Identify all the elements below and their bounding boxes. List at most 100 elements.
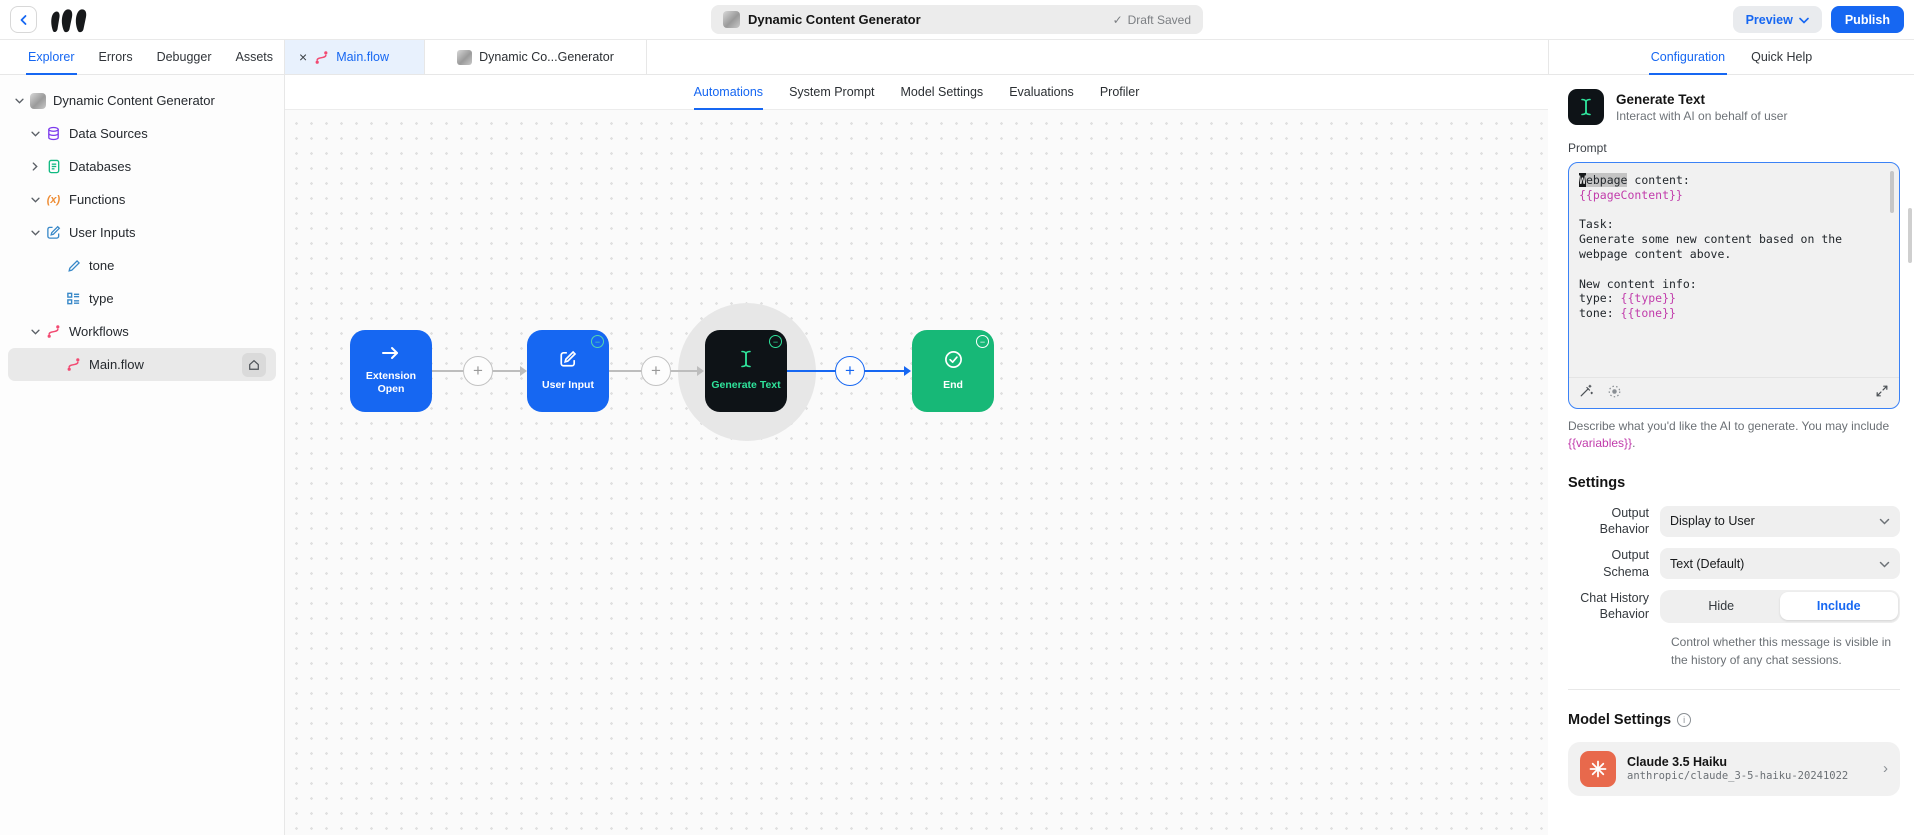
hide-option[interactable]: Hide xyxy=(1663,592,1781,620)
magic-wand-icon[interactable] xyxy=(1579,384,1593,402)
chat-history-help: Control whether this message is visible … xyxy=(1671,634,1892,667)
chevron-down-icon[interactable] xyxy=(28,230,42,236)
preview-button[interactable]: Preview xyxy=(1732,6,1822,33)
tree-item-root[interactable]: Dynamic Content Generator xyxy=(0,84,284,117)
database-icon xyxy=(45,125,62,142)
minus-badge-icon[interactable]: − xyxy=(976,335,989,348)
canvas-tab-bar: Automations System Prompt Model Settings… xyxy=(285,75,1548,110)
variable-token: {{pageContent}} xyxy=(1579,187,1683,202)
model-id: anthropic/claude_3-5-haiku-20241022 xyxy=(1627,770,1849,783)
info-icon[interactable]: i xyxy=(1677,712,1692,727)
tab-quick-help[interactable]: Quick Help xyxy=(1751,40,1812,74)
check-icon: ✓ xyxy=(1112,12,1123,27)
tree-item-databases[interactable]: Databases xyxy=(0,150,284,183)
close-icon[interactable]: × xyxy=(299,50,307,64)
tab-errors[interactable]: Errors xyxy=(99,40,133,74)
prompt-editor[interactable]: Webpage content: {{pageContent}} Task: G… xyxy=(1568,162,1900,409)
prompt-scrollbar[interactable] xyxy=(1890,171,1894,213)
tab-profiler[interactable]: Profiler xyxy=(1100,75,1140,109)
variable-token: {{type}} xyxy=(1620,291,1676,306)
settings-heading: Settings xyxy=(1568,474,1626,491)
model-name: Claude 3.5 Haiku xyxy=(1627,755,1728,770)
text-cursor: W xyxy=(1579,173,1586,187)
draft-status: ✓ Draft Saved xyxy=(1112,12,1191,27)
chevron-down-icon[interactable] xyxy=(28,131,42,137)
list-options-icon xyxy=(65,290,82,307)
file-tab-app[interactable]: Dynamic Co...Generator xyxy=(425,40,647,74)
chevron-down-icon xyxy=(1799,13,1809,27)
tree-item-workflows[interactable]: Workflows xyxy=(0,315,284,348)
chevron-right-icon[interactable] xyxy=(28,162,42,171)
tab-model-settings[interactable]: Model Settings xyxy=(901,75,984,109)
add-step-button-2[interactable]: + xyxy=(641,356,671,386)
edit-icon xyxy=(559,350,577,372)
chevron-down-icon[interactable] xyxy=(28,329,42,335)
model-settings-heading: Model Settings i xyxy=(1568,712,1900,728)
node-extension-open[interactable]: Extension Open xyxy=(350,330,432,412)
flow-icon xyxy=(314,50,329,65)
include-option[interactable]: Include xyxy=(1780,592,1898,621)
add-step-button-1[interactable]: + xyxy=(463,356,493,386)
chevron-right-icon: › xyxy=(1883,760,1888,778)
tree-item-user-inputs[interactable]: User Inputs xyxy=(0,216,284,249)
anthropic-starburst-icon xyxy=(1580,750,1616,787)
edge-3-arrow xyxy=(904,366,911,376)
chevron-down-icon[interactable] xyxy=(12,98,26,104)
tree-item-mainflow[interactable]: Main.flow xyxy=(8,348,276,381)
edge-1-arrow xyxy=(520,366,527,376)
expand-icon[interactable] xyxy=(1875,384,1889,402)
configuration-panel: Generate Text Interact with AI on behalf… xyxy=(1548,75,1914,835)
node-user-input[interactable]: − User Input xyxy=(527,330,609,412)
tab-assets[interactable]: Assets xyxy=(235,40,273,74)
chevron-down-icon xyxy=(1879,557,1890,571)
variable-token: {{tone}} xyxy=(1620,306,1676,321)
add-step-button-3[interactable]: + xyxy=(835,356,865,386)
flow-canvas[interactable]: Automations System Prompt Model Settings… xyxy=(285,75,1548,835)
tab-explorer[interactable]: Explorer xyxy=(26,40,77,75)
top-header: Dynamic Content Generator ✓ Draft Saved … xyxy=(0,0,1914,40)
output-behavior-label: Output Behavior xyxy=(1599,505,1649,537)
chevron-down-icon[interactable] xyxy=(28,197,42,203)
explorer-sidebar: Dynamic Content Generator Data Sources D… xyxy=(0,75,285,835)
home-icon xyxy=(242,352,266,377)
minus-badge-icon[interactable]: − xyxy=(591,335,604,348)
prompt-content[interactable]: Webpage content: {{pageContent}} Task: G… xyxy=(1579,173,1885,369)
tree-item-tone[interactable]: tone xyxy=(0,249,284,282)
text-cursor-icon xyxy=(740,350,752,372)
tab-strip-row: Explorer Errors Debugger Assets × Main.f… xyxy=(0,40,1914,75)
chat-history-label: Chat History Behavior xyxy=(1580,591,1649,622)
output-schema-select[interactable]: Text (Default) xyxy=(1660,548,1900,580)
tab-system-prompt[interactable]: System Prompt xyxy=(789,75,874,109)
file-tab-bar: × Main.flow Dynamic Co...Generator xyxy=(285,40,1548,74)
node-generate-text[interactable]: − Generate Text xyxy=(705,330,787,412)
generate-text-node-icon xyxy=(1568,89,1604,125)
tab-evaluations[interactable]: Evaluations xyxy=(1009,75,1074,109)
tree-item-type[interactable]: type xyxy=(0,282,284,315)
app-logo-icon[interactable] xyxy=(49,7,91,33)
tree-item-data-sources[interactable]: Data Sources xyxy=(0,117,284,150)
edge-2-arrow xyxy=(697,366,704,376)
chat-history-toggle: Hide Include xyxy=(1660,589,1900,623)
document-icon xyxy=(45,158,62,175)
model-card[interactable]: Claude 3.5 Haiku anthropic/claude_3-5-ha… xyxy=(1568,741,1900,796)
panel-node-subtitle: Interact with AI on behalf of user xyxy=(1616,108,1788,123)
output-behavior-select[interactable]: Display to User xyxy=(1660,505,1900,537)
tab-configuration[interactable]: Configuration xyxy=(1648,40,1728,75)
canvas-grid[interactable] xyxy=(285,110,1548,835)
file-tab-mainflow[interactable]: × Main.flow xyxy=(285,40,425,74)
minus-badge-icon[interactable]: − xyxy=(769,335,782,348)
back-button[interactable] xyxy=(10,6,37,33)
output-schema-label: Output Schema xyxy=(1603,548,1649,579)
publish-button[interactable]: Publish xyxy=(1830,6,1904,33)
node-end[interactable]: − End xyxy=(912,330,994,412)
tab-automations[interactable]: Automations xyxy=(693,75,764,110)
sidebar-tab-bar: Explorer Errors Debugger Assets xyxy=(0,40,285,75)
edit-icon xyxy=(45,224,62,241)
project-title-pill[interactable]: Dynamic Content Generator ✓ Draft Saved xyxy=(711,5,1203,34)
tree-item-functions[interactable]: (x) Functions xyxy=(0,183,284,216)
panel-scrollbar[interactable] xyxy=(1908,208,1912,263)
settings-sun-icon[interactable] xyxy=(1607,384,1622,403)
arrow-right-icon xyxy=(382,346,400,364)
tab-debugger[interactable]: Debugger xyxy=(157,40,212,74)
app-avatar-icon xyxy=(29,92,46,109)
